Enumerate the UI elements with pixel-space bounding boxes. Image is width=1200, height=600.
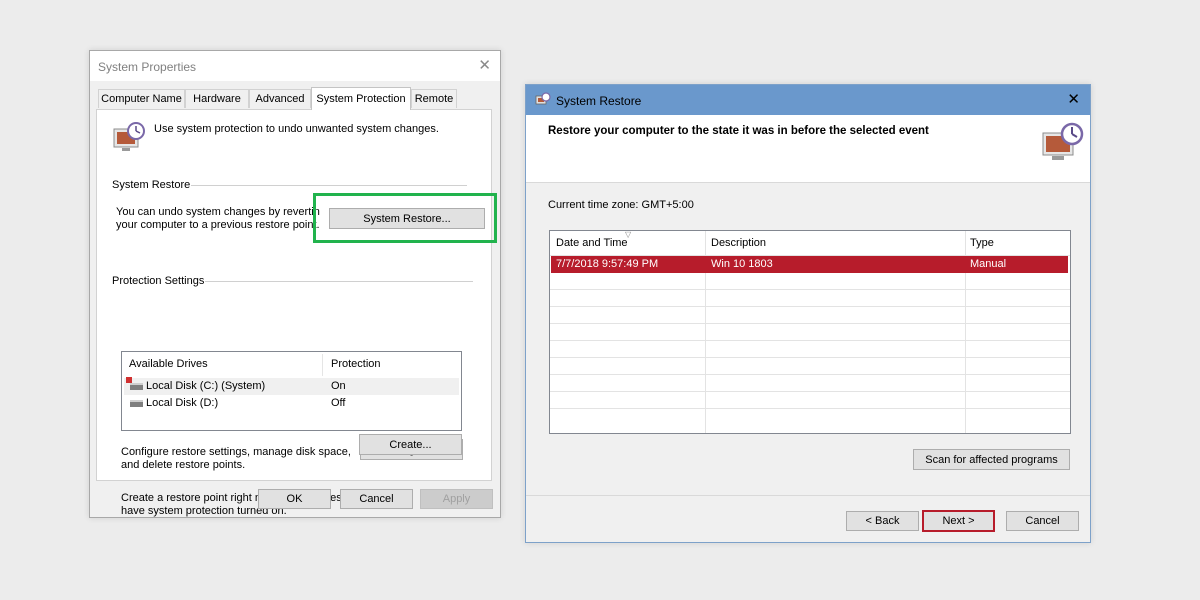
apply-button[interactable]: Apply	[420, 489, 493, 509]
row-separator	[550, 340, 1070, 341]
window-title: System Restore	[556, 94, 642, 108]
system-protection-panel: Use system protection to undo unwanted s…	[96, 109, 492, 517]
system-restore-app-icon	[535, 92, 551, 108]
system-restore-window: System Restore ✕ Restore your computer t…	[525, 84, 1091, 543]
cancel-button[interactable]: Cancel	[340, 489, 413, 509]
column-header-date-and-time[interactable]: Date and Time	[556, 237, 628, 249]
divider	[191, 185, 467, 186]
table-row[interactable]: 7/7/2018 9:57:49 PM Win 10 1803 Manual	[551, 256, 1068, 273]
column-separator	[322, 354, 323, 376]
system-protection-icon	[112, 122, 146, 154]
tab-system-protection[interactable]: System Protection	[311, 87, 411, 110]
ok-button[interactable]: OK	[258, 489, 331, 509]
restore-point-type: Manual	[970, 258, 1007, 270]
title-bar[interactable]: System Restore ✕	[526, 85, 1090, 115]
drives-table: Available Drives Protection Local Disk (…	[121, 351, 462, 431]
column-header-type[interactable]: Type	[970, 237, 994, 249]
header-area: Restore your computer to the state it wa…	[526, 115, 1090, 183]
tab-remote[interactable]: Remote	[411, 89, 457, 108]
close-icon[interactable]: ✕	[478, 58, 491, 73]
system-restore-description-line2: your computer to a previous restore poin…	[116, 219, 320, 231]
tab-advanced[interactable]: Advanced	[249, 89, 311, 108]
protection-settings-section-label: Protection Settings	[112, 275, 205, 287]
page-heading: Restore your computer to the state it wa…	[548, 125, 929, 137]
timezone-label: Current time zone: GMT+5:00	[548, 199, 694, 211]
cancel-button[interactable]: Cancel	[1006, 511, 1079, 531]
close-icon[interactable]: ✕	[1067, 92, 1080, 107]
row-separator	[550, 408, 1070, 409]
row-separator	[550, 374, 1070, 375]
drive-icon	[130, 400, 143, 407]
table-row[interactable]: Local Disk (C:) (System) On	[124, 377, 459, 395]
restore-point-date: 7/7/2018 9:57:49 PM	[556, 258, 659, 270]
system-properties-window: System Properties ✕ Computer Name Hardwa…	[89, 50, 501, 518]
window-title: System Properties	[98, 60, 197, 74]
configure-description-line2: and delete restore points.	[121, 459, 246, 471]
drive-name: Local Disk (C:) (System)	[146, 380, 266, 392]
drive-protection-status: On	[331, 380, 346, 392]
configure-description-line1: Configure restore settings, manage disk …	[121, 446, 351, 458]
system-restore-description-line1: You can undo system changes by revertin	[116, 206, 320, 218]
row-separator	[550, 323, 1070, 324]
tab-computer-name[interactable]: Computer Name	[98, 89, 185, 108]
column-header-description[interactable]: Description	[711, 237, 766, 249]
restore-points-list[interactable]: Date and Time ▽ Description Type 7/7/201…	[549, 230, 1071, 434]
create-button[interactable]: Create...	[359, 434, 462, 455]
row-separator	[550, 289, 1070, 290]
divider	[205, 281, 473, 282]
drive-name: Local Disk (D:)	[146, 397, 219, 409]
divider	[526, 495, 1090, 496]
restore-point-description: Win 10 1803	[711, 258, 773, 270]
row-separator	[550, 391, 1070, 392]
row-separator	[550, 306, 1070, 307]
column-header-available-drives[interactable]: Available Drives	[129, 358, 208, 370]
title-bar[interactable]: System Properties ✕	[90, 51, 500, 81]
next-button[interactable]: Next >	[922, 510, 995, 532]
sort-arrow-icon: ▽	[625, 230, 632, 239]
system-restore-icon	[1040, 121, 1084, 165]
row-separator	[550, 357, 1070, 358]
column-header-protection[interactable]: Protection	[331, 358, 381, 370]
tab-hardware[interactable]: Hardware	[185, 89, 249, 108]
system-restore-section-label: System Restore	[112, 179, 191, 191]
system-drive-icon	[126, 377, 143, 390]
drive-protection-status: Off	[331, 397, 346, 409]
intro-text: Use system protection to undo unwanted s…	[154, 123, 439, 135]
back-button[interactable]: < Back	[846, 511, 919, 531]
highlight-box	[313, 193, 497, 243]
table-row[interactable]: Local Disk (D:) Off	[124, 395, 459, 412]
scan-affected-programs-button[interactable]: Scan for affected programs	[913, 449, 1070, 470]
